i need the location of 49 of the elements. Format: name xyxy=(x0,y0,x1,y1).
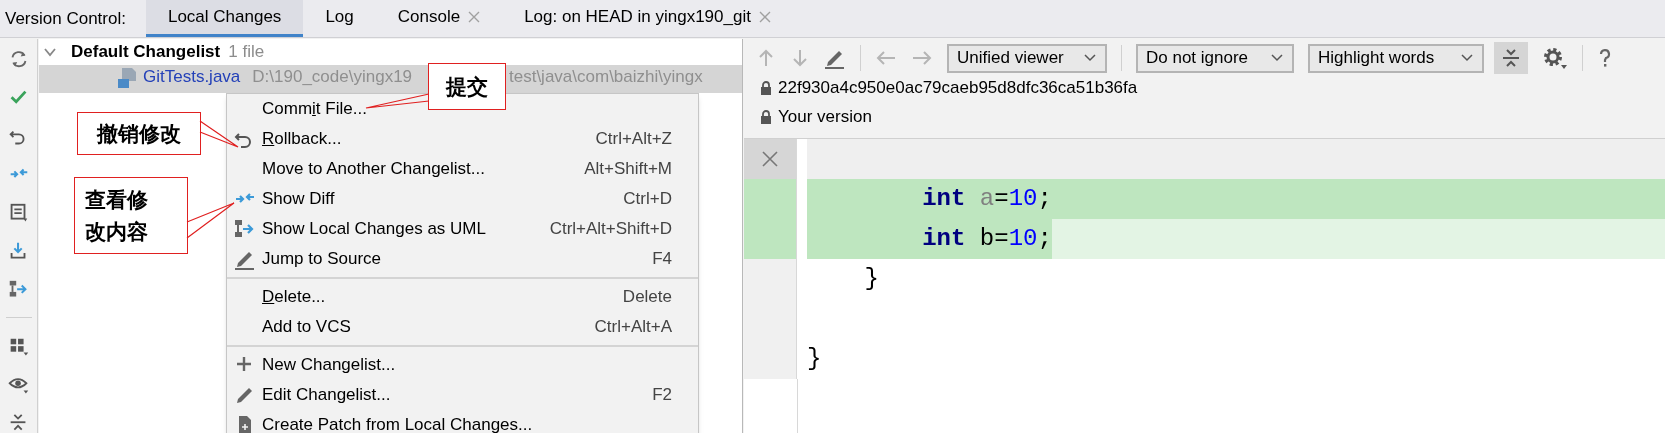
java-file-icon xyxy=(117,67,137,89)
menu-item[interactable]: Create Patch from Local Changes... xyxy=(227,410,698,433)
menu-item[interactable]: Move to Another Changelist... Alt+Shift+M xyxy=(227,154,698,184)
tab[interactable]: Local Changes xyxy=(145,0,304,37)
list-icon[interactable] xyxy=(8,202,29,223)
file-path: D:\190_code\yingx19 xyxy=(252,67,413,87)
caret-icon xyxy=(1460,53,1474,63)
grid-icon[interactable] xyxy=(8,336,29,357)
menu-item[interactable]: New Changelist... xyxy=(227,350,698,380)
menu-item[interactable]: Jump to Source F4 xyxy=(227,244,698,274)
revision-label: Your version xyxy=(778,105,872,128)
collapse-icon xyxy=(1501,48,1521,68)
collapse-button[interactable] xyxy=(1494,42,1528,74)
menu-item[interactable]: Rollback... Ctrl+Alt+Z xyxy=(227,124,698,154)
dropdown[interactable]: Do not ignore xyxy=(1136,43,1294,73)
caret-icon xyxy=(1083,53,1097,63)
menu-item[interactable]: Show Diff Ctrl+D xyxy=(227,184,698,214)
leader-line xyxy=(199,120,239,148)
file-name: GitTests.java xyxy=(143,67,241,87)
code-line: int a=10; xyxy=(921,184,1052,214)
code-line: } xyxy=(863,264,879,294)
tab[interactable]: Log xyxy=(303,0,376,37)
menu-item[interactable]: Delete... Delete xyxy=(227,282,698,312)
leader-line xyxy=(186,202,235,239)
menu-item[interactable]: Edit Changelist... F2 xyxy=(227,380,698,410)
callout: 提交 xyxy=(428,63,506,110)
dropdown[interactable]: Highlight words xyxy=(1308,43,1484,73)
diagram-icon[interactable] xyxy=(8,278,29,300)
tab[interactable]: Console xyxy=(375,0,503,37)
leader-line xyxy=(365,93,430,109)
diagram-icon xyxy=(233,218,256,240)
lock-icon xyxy=(760,108,772,125)
callout: 查看修改内容 xyxy=(74,177,188,254)
settings-icon[interactable] xyxy=(1542,46,1568,70)
menu-item[interactable]: Add to VCS Ctrl+Alt+A xyxy=(227,312,698,342)
menu-item[interactable]: Show Local Changes as UML Ctrl+Alt+Shift+D xyxy=(227,214,698,244)
lock-icon xyxy=(760,79,772,96)
caret-icon xyxy=(1270,53,1284,63)
dropdown[interactable]: Unified viewer xyxy=(947,43,1107,73)
revision-label: 22f930a4c950e0ac79caeb95d8dfc36ca51b36fa xyxy=(778,76,1138,99)
tab[interactable]: Log: on HEAD in yingx190_git xyxy=(502,0,793,37)
changelist-name: Default Changelist xyxy=(71,41,221,64)
close-icon[interactable] xyxy=(761,150,779,168)
callout: 撤销修改 xyxy=(77,112,201,155)
tool-window-title: Version Control: xyxy=(4,7,127,30)
code-line: } xyxy=(807,344,822,374)
help-icon[interactable] xyxy=(1597,47,1613,69)
file-count: 1 file xyxy=(228,41,265,64)
file-path: test\java\com\baizhi\yingx xyxy=(509,67,703,87)
